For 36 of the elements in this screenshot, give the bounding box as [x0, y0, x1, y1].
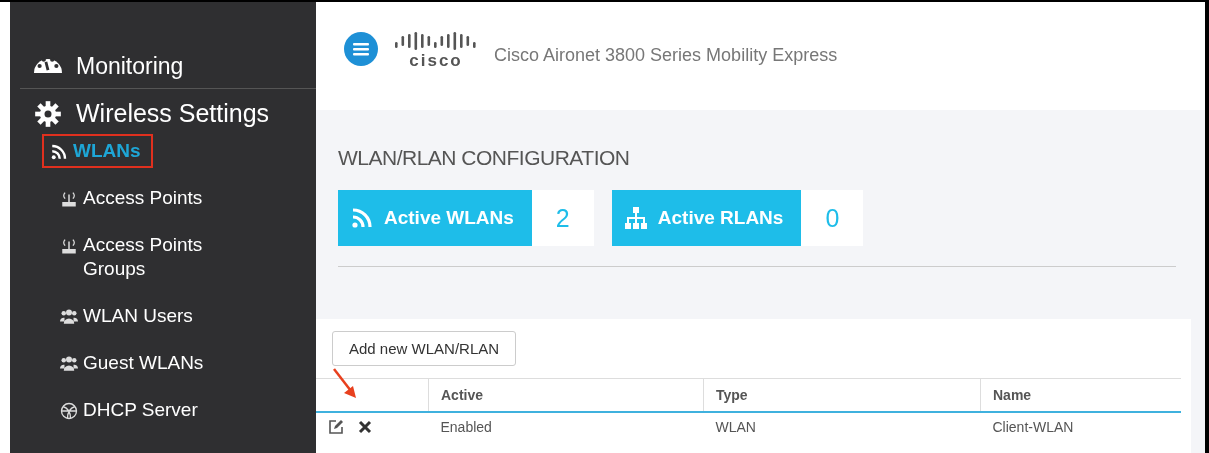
logo-wordmark: cisco: [409, 52, 463, 70]
globe-icon: [60, 402, 78, 420]
menu-button[interactable]: [344, 32, 378, 66]
access-point-icon: [60, 190, 78, 208]
add-wlan-button[interactable]: Add new WLAN/RLAN: [332, 331, 517, 366]
stat-tile-count: 2: [531, 190, 594, 246]
sidebar-item[interactable]: Access Points: [50, 181, 205, 215]
column-header: Name: [980, 378, 1181, 412]
users-icon: [60, 355, 78, 373]
app-title: Cisco Aironet 3800 Series Mobility Express: [494, 45, 838, 66]
sidebar-item[interactable]: Guest WLANs: [50, 346, 206, 380]
stat-tile-count: 0: [801, 190, 864, 246]
sidebar-section-label[interactable]: Wireless Settings: [76, 99, 270, 128]
edit-icon[interactable]: [328, 419, 344, 435]
sidebar-item[interactable]: Access Points Groups: [50, 228, 232, 286]
table-cell: Enabled: [428, 412, 704, 441]
stat-tile-label: Active WLANs: [338, 190, 532, 246]
table-cell: Client-WLAN: [980, 412, 1181, 441]
sidebar-item[interactable]: WLAN Users: [50, 299, 195, 333]
menu-icon: [353, 42, 369, 56]
wifi-icon: [50, 143, 68, 161]
column-header: Active: [428, 378, 704, 412]
logo-bars-icon: [394, 30, 478, 52]
stat-tile-label: Active RLANs: [611, 190, 802, 246]
sidebar-section-label[interactable]: Monitoring: [76, 52, 184, 80]
delete-icon[interactable]: [358, 420, 372, 434]
users-icon: [60, 308, 78, 326]
access-point-icon: [60, 237, 78, 255]
network-icon: [623, 206, 648, 230]
column-header: Type: [703, 378, 981, 412]
sidebar-item[interactable]: WLANs: [42, 134, 153, 168]
table-cell: WLAN: [703, 412, 981, 441]
sidebar-item[interactable]: DHCP Server: [50, 393, 200, 427]
page-heading: WLAN/RLAN CONFIGURATION: [338, 146, 631, 170]
wifi-icon: [350, 206, 374, 230]
settings-icon: [34, 99, 62, 128]
